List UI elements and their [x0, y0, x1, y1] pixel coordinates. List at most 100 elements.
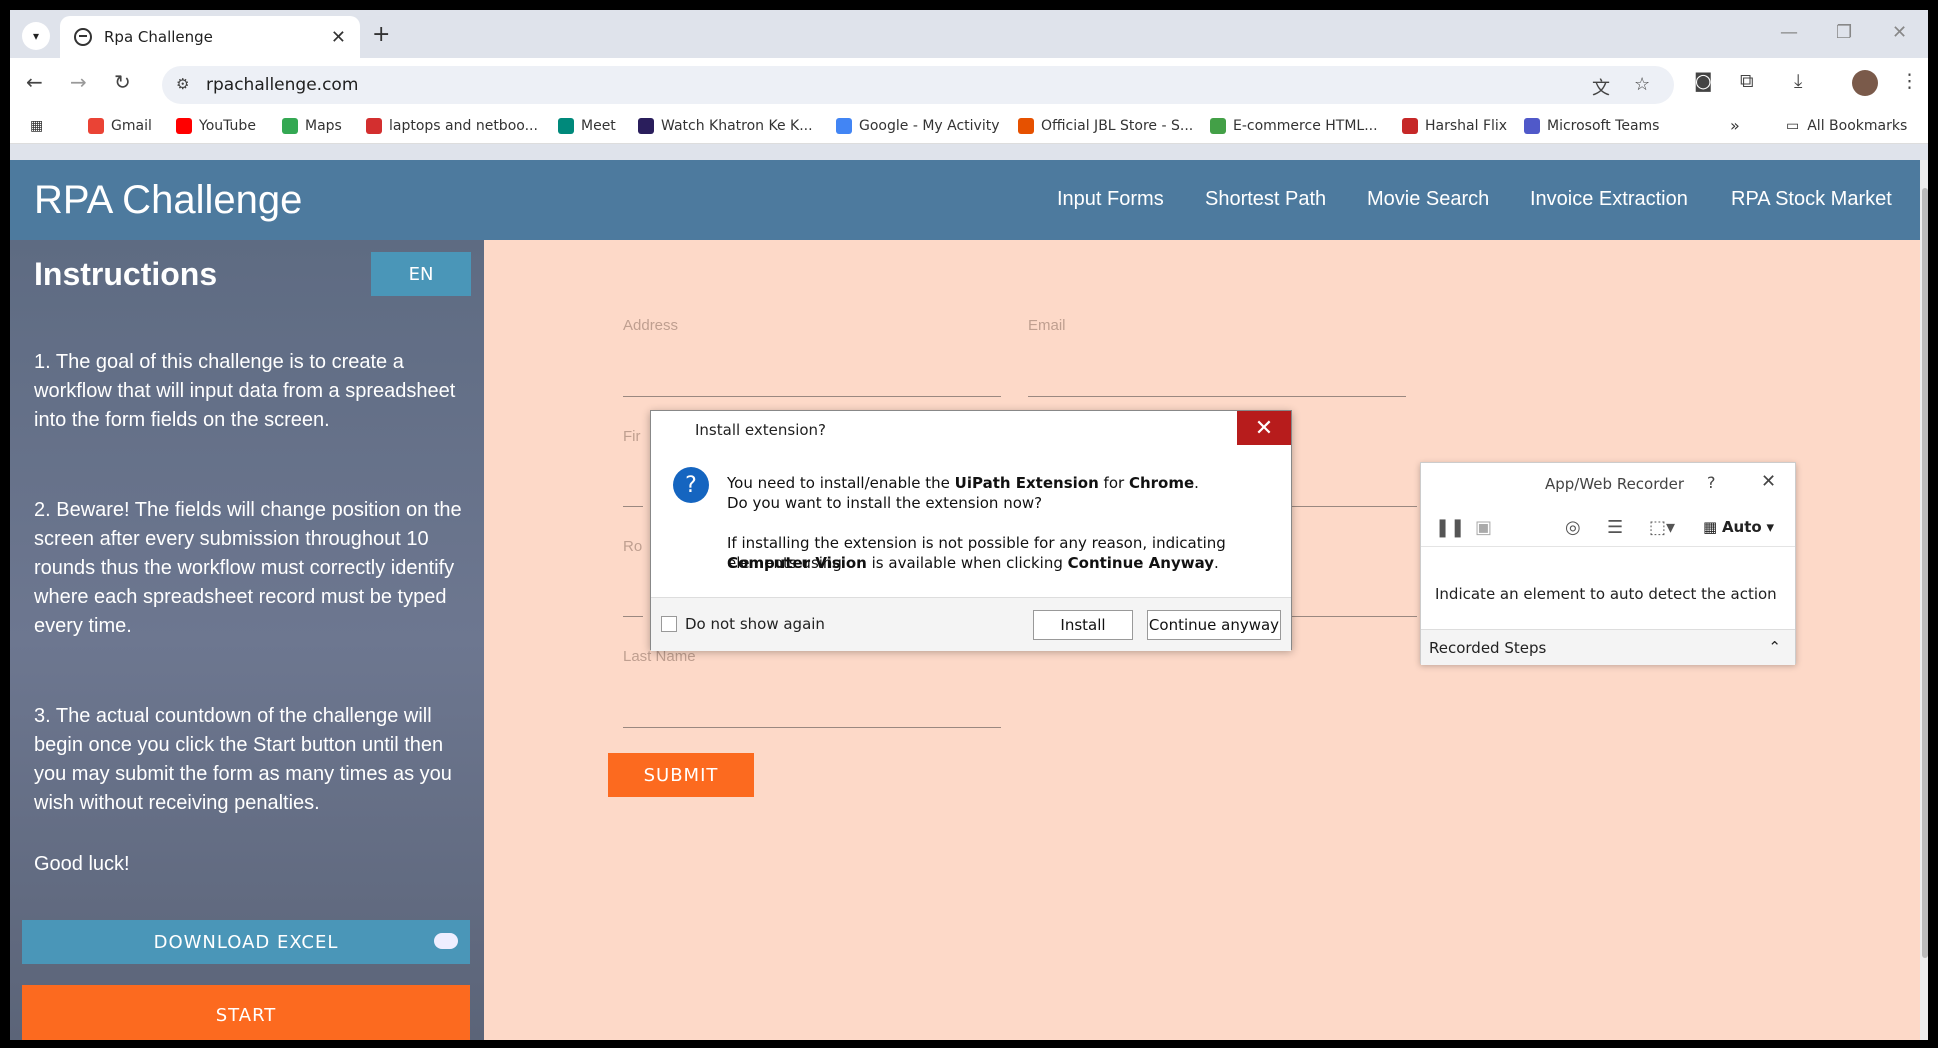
first-name-input[interactable] — [623, 506, 643, 507]
install-button[interactable]: Install — [1033, 610, 1133, 640]
nav-rpa-stock-market[interactable]: RPA Stock Market — [1731, 188, 1892, 211]
question-icon: ? — [673, 467, 709, 503]
reload-icon[interactable]: ↻ — [114, 70, 131, 94]
hidden-field-input-1[interactable] — [1292, 506, 1417, 507]
recorder-message: Indicate an element to auto detect the a… — [1435, 585, 1777, 603]
more-bookmarks-button[interactable]: » — [1730, 116, 1740, 135]
browser-tab[interactable]: Rpa Challenge ✕ — [60, 16, 360, 58]
instruction-1: 1. The goal of this challenge is to crea… — [34, 351, 456, 431]
nav-shortest-path[interactable]: Shortest Path — [1205, 188, 1326, 211]
bookmark-youtube[interactable]: YouTube — [176, 118, 256, 134]
nav-input-forms[interactable]: Input Forms — [1057, 188, 1164, 211]
start-button[interactable]: START — [22, 985, 470, 1040]
maps-icon — [282, 118, 298, 134]
recorded-steps-header[interactable]: Recorded Steps ⌃ — [1421, 629, 1795, 665]
recorder-toolbar: ❚❚ ▣ ◎ ☰ ⬚▾ ▦ Auto ▾ — [1421, 507, 1795, 547]
scrollbar-thumb[interactable] — [1922, 188, 1928, 958]
tab-search-button[interactable]: ▾ — [22, 22, 50, 50]
l-icon — [366, 118, 382, 134]
bookmark-jbl[interactable]: Official JBL Store - S... — [1018, 118, 1193, 134]
dialog-close-button[interactable]: ✕ — [1237, 411, 1291, 445]
window-close-icon[interactable]: ✕ — [1892, 22, 1907, 43]
bookmark-ecommerce[interactable]: E-commerce HTML... — [1210, 118, 1378, 134]
role-label: Ro — [623, 538, 643, 555]
address-bar[interactable]: ⚙ rpachallenge.com ⽂ ☆ — [162, 66, 1674, 104]
voot-icon — [638, 118, 654, 134]
teams-icon — [1524, 118, 1540, 134]
dialog-line-1: You need to install/enable the UiPath Ex… — [727, 474, 1199, 492]
chevron-up-icon[interactable]: ⌃ — [1768, 638, 1781, 656]
instruction-2: 2. Beware! The fields will change positi… — [34, 499, 462, 637]
all-bookmarks[interactable]: ▭ All Bookmarks — [1786, 118, 1907, 134]
email-input[interactable] — [1028, 396, 1406, 397]
camera-icon[interactable]: ◙ — [1694, 70, 1712, 92]
instructions-title: Instructions — [34, 256, 218, 292]
do-not-show-label[interactable]: Do not show again — [685, 615, 825, 633]
bookmark-teams[interactable]: Microsoft Teams — [1524, 118, 1659, 134]
close-tab-icon[interactable]: ✕ — [331, 27, 346, 48]
profile-avatar[interactable] — [1852, 70, 1878, 96]
role-input[interactable] — [623, 616, 643, 617]
forward-icon[interactable]: → — [70, 70, 87, 94]
restore-icon[interactable]: ❐ — [1836, 22, 1852, 43]
submit-button[interactable]: SUBMIT — [608, 753, 754, 797]
bookmark-google-activity[interactable]: Google - My Activity — [836, 118, 1000, 134]
list-icon[interactable]: ☰ — [1607, 517, 1623, 538]
browser-toolbar: ← → ↻ ⚙ rpachallenge.com ⽂ ☆ ◙ ⧉ ⤓ ⋮ — [10, 58, 1928, 110]
address-input[interactable] — [623, 396, 1001, 397]
target-icon[interactable]: ◎ — [1565, 517, 1581, 538]
site-title[interactable]: RPA Challenge — [34, 178, 302, 223]
browser-window: ▾ Rpa Challenge ✕ + — ❐ ✕ ← → ↻ ⚙ rpacha… — [10, 10, 1928, 1040]
recorded-steps-label: Recorded Steps — [1429, 639, 1547, 657]
chevron-down-icon: ▾ — [32, 29, 40, 43]
h-icon — [1402, 118, 1418, 134]
recorder-title: App/Web Recorder — [1545, 475, 1685, 493]
robot-icon — [74, 28, 92, 46]
bookmarks-bar: ▦ Gmail YouTube Maps laptops and netboo.… — [10, 110, 1928, 144]
dialog-line-2: Do you want to install the extension now… — [727, 494, 1043, 512]
language-button[interactable]: EN — [371, 252, 471, 296]
url-text: rpachallenge.com — [206, 75, 359, 95]
download-icon[interactable]: ⤓ — [1794, 70, 1802, 92]
save-icon[interactable]: ▣ — [1475, 517, 1492, 538]
hidden-field-input-2[interactable] — [1292, 616, 1417, 617]
leaf-icon — [1210, 118, 1226, 134]
mode-dropdown[interactable]: ▦ Auto ▾ — [1703, 518, 1774, 536]
recorder-close-icon[interactable]: ✕ — [1761, 471, 1776, 492]
back-icon[interactable]: ← — [26, 70, 43, 94]
google-icon — [836, 118, 852, 134]
download-excel-button[interactable]: DOWNLOAD EXCEL — [22, 920, 470, 964]
help-icon[interactable]: ? — [1707, 473, 1716, 492]
site-info-icon[interactable]: ⚙ — [176, 75, 189, 93]
extensions-icon[interactable]: ⧉ — [1740, 70, 1754, 92]
bookmark-khatron[interactable]: Watch Khatron Ke K... — [638, 118, 813, 134]
grid-icon: ▦ — [1703, 518, 1722, 536]
bookmark-gmail[interactable]: Gmail — [88, 118, 152, 134]
tab-strip: ▾ Rpa Challenge ✕ + — ❐ ✕ — [10, 10, 1928, 58]
app-web-recorder-panel: App/Web Recorder ? ✕ ❚❚ ▣ ◎ ☰ ⬚▾ ▦ Auto … — [1420, 462, 1796, 665]
bookmark-meet[interactable]: Meet — [558, 118, 616, 134]
pause-icon[interactable]: ❚❚ — [1435, 517, 1465, 538]
site-header: RPA Challenge Input Forms Shortest Path … — [10, 160, 1920, 240]
menu-icon[interactable]: ⋮ — [1900, 70, 1919, 92]
apps-icon[interactable]: ▦ — [30, 118, 43, 134]
translate-icon[interactable]: ⽂ — [1592, 74, 1610, 100]
cloud-download-icon — [434, 933, 458, 949]
nav-movie-search[interactable]: Movie Search — [1367, 188, 1489, 211]
minimize-icon[interactable]: — — [1780, 22, 1798, 43]
continue-anyway-button[interactable]: Continue anyway — [1147, 610, 1281, 640]
last-name-input[interactable] — [623, 727, 1001, 728]
bookmark-maps[interactable]: Maps — [282, 118, 342, 134]
bookmark-star-icon[interactable]: ☆ — [1634, 74, 1650, 95]
folder-icon: ▭ — [1786, 118, 1800, 134]
youtube-icon — [176, 118, 192, 134]
nav-invoice-extraction[interactable]: Invoice Extraction — [1530, 188, 1688, 211]
do-not-show-checkbox[interactable] — [661, 616, 677, 632]
bookmark-laptops[interactable]: laptops and netboo... — [366, 118, 538, 134]
new-tab-button[interactable]: + — [372, 22, 390, 47]
good-luck-text: Good luck! — [34, 853, 130, 875]
dialog-title: Install extension? — [695, 421, 827, 439]
selection-icon[interactable]: ⬚▾ — [1649, 517, 1675, 538]
first-name-label: Fir — [623, 428, 641, 445]
bookmark-harshal-flix[interactable]: Harshal Flix — [1402, 118, 1507, 134]
